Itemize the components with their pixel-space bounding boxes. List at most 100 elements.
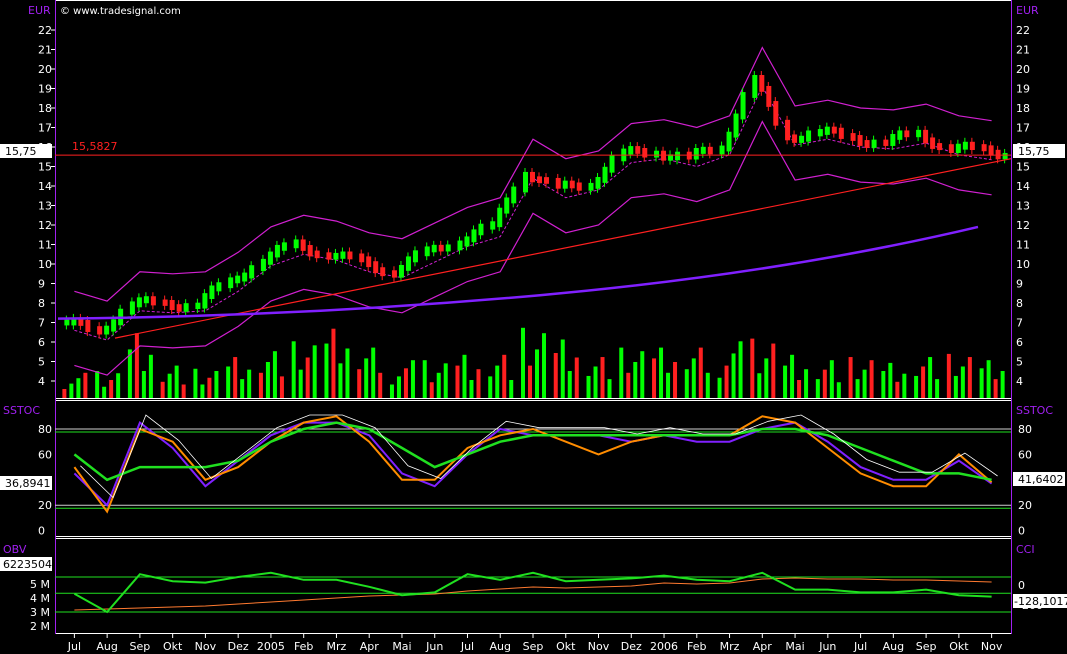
volume-bar <box>691 358 696 398</box>
candle-body <box>150 296 156 306</box>
candle-body <box>883 139 889 146</box>
volume-bar <box>855 379 860 398</box>
volume-bar <box>76 378 81 398</box>
volume-bar <box>298 369 303 398</box>
volume-bar <box>167 373 172 398</box>
candle-body <box>995 149 1001 160</box>
volume-bar <box>258 372 263 398</box>
candle-body <box>824 126 830 135</box>
candle-body <box>235 275 241 284</box>
candle-body <box>281 242 287 251</box>
candle-body <box>916 129 922 138</box>
price-tick-right: 22 <box>1016 24 1030 37</box>
candle-body <box>766 85 772 107</box>
x-tick-label: Dez <box>228 640 249 653</box>
volume-bar <box>495 365 500 398</box>
price-tick-left: 10 <box>38 258 52 271</box>
volume-bar <box>109 380 114 398</box>
candle-body <box>195 302 201 310</box>
candle-body <box>136 297 142 308</box>
candle-body <box>97 326 103 335</box>
volume-bar <box>535 349 539 398</box>
obv-tick-left: 3 M <box>30 606 50 619</box>
x-tick-label: Mrz <box>720 640 740 653</box>
volume-bar <box>553 353 558 398</box>
price-tick-right: 15 <box>1016 161 1030 174</box>
candle-body <box>806 130 812 142</box>
x-tick-label: Feb <box>687 640 706 653</box>
candle-body <box>129 301 135 315</box>
candle-body <box>405 256 411 271</box>
price-tick-right: 17 <box>1016 122 1030 135</box>
candle-body <box>969 141 975 151</box>
volume-bar <box>640 351 645 398</box>
stoch-tick-right: 20 <box>1018 499 1032 512</box>
volume-bar <box>797 380 802 398</box>
x-tick-label: 2006 <box>650 640 678 653</box>
candle-body <box>857 135 863 146</box>
candle-body <box>64 319 70 326</box>
price-tick-left: 4 <box>38 375 45 388</box>
volume-bar <box>626 372 631 398</box>
volume-bar <box>371 347 376 398</box>
candle-body <box>799 135 805 143</box>
candle-body <box>595 176 601 189</box>
candle-body <box>169 300 175 311</box>
candle-body <box>143 296 149 304</box>
candle-body <box>380 267 386 277</box>
candle-body <box>366 256 372 268</box>
candle-body <box>537 176 542 183</box>
price-tick-right: 14 <box>1016 180 1030 193</box>
price-tick-right: 11 <box>1016 239 1030 252</box>
price-tick-left: 5 <box>38 356 45 369</box>
candle-body <box>955 143 961 153</box>
stoch-tick-right: 0 <box>1018 525 1025 538</box>
obv-title-right: CCI <box>1016 543 1035 556</box>
price-tick-right: 18 <box>1016 102 1030 115</box>
candle-body <box>792 134 798 143</box>
cci-tick-right: 0 <box>1018 579 1025 592</box>
candle-body <box>693 148 699 160</box>
candle-body <box>176 304 182 312</box>
volume-bar <box>134 333 139 398</box>
candle-body <box>988 145 994 156</box>
volume-bar <box>960 366 965 398</box>
volume-bar <box>345 348 350 398</box>
candle-body <box>202 293 208 309</box>
obv-tick-left: 4 M <box>30 592 50 605</box>
volume-bar <box>102 386 107 398</box>
candle-body <box>216 282 222 292</box>
candle-body <box>569 180 575 189</box>
volume-bar <box>717 377 722 398</box>
volume-bar <box>247 369 252 398</box>
candle-body <box>838 127 844 139</box>
volume-bar <box>521 327 525 398</box>
candle-body <box>438 244 444 252</box>
hline-label: 15,5827 <box>72 140 118 153</box>
volume-bar <box>207 377 212 398</box>
candle-body <box>642 147 648 158</box>
volume-bar <box>607 379 612 398</box>
candle-body <box>785 119 791 141</box>
volume-bar <box>193 368 198 398</box>
price-tick-right: 5 <box>1016 356 1023 369</box>
volume-bar <box>815 379 820 398</box>
volume-bar <box>410 360 415 398</box>
volume-bar <box>436 372 441 398</box>
volume-bar <box>429 382 434 398</box>
candle-body <box>544 177 549 184</box>
volume-bar <box>62 389 67 398</box>
candle-body <box>260 258 266 272</box>
price-tick-right: 19 <box>1016 83 1030 96</box>
candle-body <box>864 140 870 148</box>
volume-bar <box>174 365 179 398</box>
candle-body <box>588 182 594 191</box>
volume-bar <box>148 354 153 398</box>
stoch-tick-left: 0 <box>38 525 45 538</box>
volume-bar <box>993 379 998 398</box>
volume-bar <box>935 379 940 398</box>
price-tick-right: 12 <box>1016 219 1030 232</box>
candle-body <box>497 207 503 228</box>
candle-body <box>923 129 929 144</box>
price-tick-right: 20 <box>1016 63 1030 76</box>
